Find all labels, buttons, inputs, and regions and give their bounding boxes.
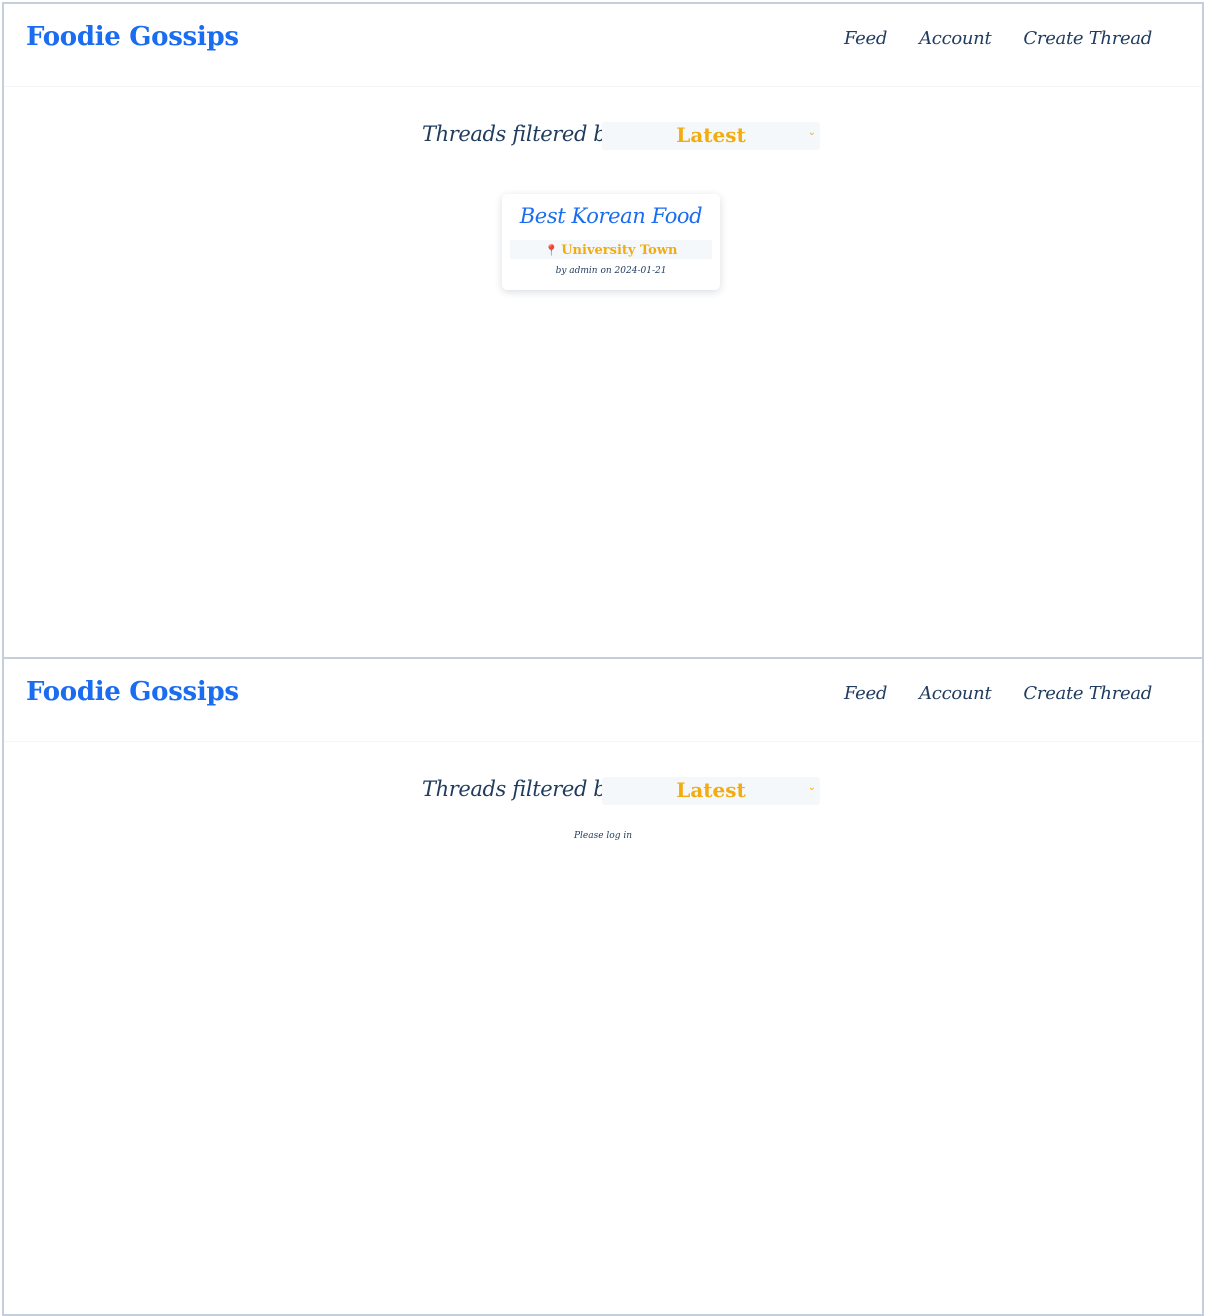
nav-link-account[interactable]: Account [919,28,992,49]
thread-title: Best Korean Food [519,204,703,228]
nav-link-create-thread[interactable]: Create Thread [1023,683,1152,704]
navbar: Foodie Gossips Feed Account Create Threa… [4,4,1202,87]
brand-logo[interactable]: Foodie Gossips [26,22,239,52]
navbar: Foodie Gossips Feed Account Create Threa… [4,659,1202,742]
thread-meta: by admin on 2024-01-21 [555,266,667,276]
filter-label: Threads filtered by [422,122,618,146]
nav-link-create-thread[interactable]: Create Thread [1023,28,1152,49]
chevron-down-icon: ⌄ [807,782,816,793]
thread-location-text: University Town [561,243,678,258]
map-pin-icon: 📍 [544,244,559,257]
login-message: Please log in [573,831,633,841]
filter-row: Threads filtered by Latest ⌄ [4,120,1202,154]
logged-out-view: Foodie Gossips Feed Account Create Threa… [2,657,1204,1316]
chevron-down-icon: ⌄ [807,127,816,138]
nav-link-account[interactable]: Account [919,683,992,704]
filter-selected-value: Latest [676,778,746,802]
filter-row: Threads filtered by Latest ⌄ [4,775,1202,809]
thread-location: 📍 University Town [510,240,712,259]
nav-links: Feed Account Create Thread [844,683,1152,704]
filter-select[interactable]: Latest ⌄ [602,777,820,805]
filter-selected-value: Latest [676,123,746,147]
filter-label: Threads filtered by [422,777,618,801]
nav-link-feed[interactable]: Feed [844,683,887,704]
filter-select[interactable]: Latest ⌄ [602,122,820,150]
logged-in-view: Foodie Gossips Feed Account Create Threa… [2,2,1204,660]
nav-links: Feed Account Create Thread [844,28,1152,49]
thread-card[interactable]: Best Korean Food 📍 University Town by adm… [502,194,720,290]
nav-link-feed[interactable]: Feed [844,28,887,49]
brand-logo[interactable]: Foodie Gossips [26,677,239,707]
